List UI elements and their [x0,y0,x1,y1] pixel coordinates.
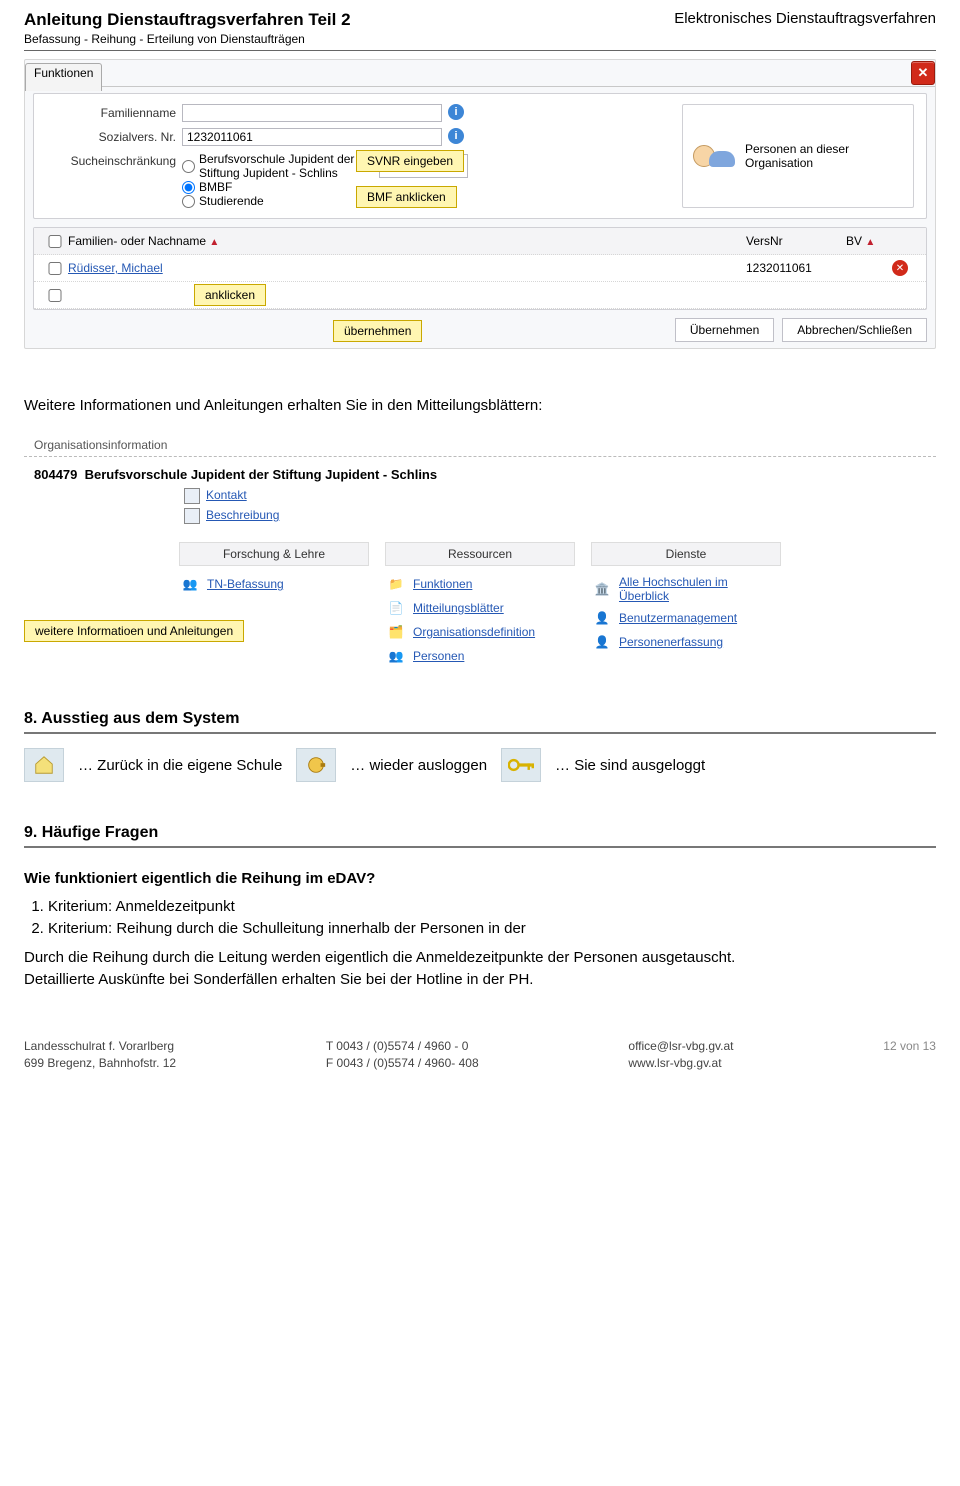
home-icon [24,748,64,782]
faq-para-1: Durch die Reihung durch die Leitung werd… [24,947,936,969]
callout-uebernehmen: übernehmen [333,320,422,342]
ph-icon: 🏛️ [591,580,613,598]
label-sucheinschraenkung: Sucheinschränkung [46,152,176,168]
kriterien-list: Kriterium: Anmeldezeitpunkt Kriterium: R… [24,896,936,941]
key-icon [501,748,541,782]
callout-svnr: SVNR eingeben [356,150,464,172]
hochschulen-link[interactable]: Alle Hochschulen im Überblick [619,575,781,603]
radio-bmbf[interactable] [182,181,195,194]
person-card[interactable]: Personen an dieser Organisation [682,104,914,208]
callout-anklicken: anklicken [194,284,266,306]
section-8-title: 8. Ausstieg aus dem System [24,710,936,734]
tn-befassung-link[interactable]: TN-Befassung [207,577,284,591]
doc-subtitle: Befassung - Reihung - Erteilung von Dien… [24,32,351,46]
radio-label: Berufsvorschule Jupident der Stiftung Ju… [199,152,359,180]
info-icon[interactable]: i [448,128,464,144]
col-forschung: Forschung & Lehre 👥TN-Befassung [179,542,369,668]
org-title: 804479 Berufsvorschule Jupident der Stif… [24,457,936,488]
result-table: Familien- oder Nachname ▲ VersNr BV ▲ Rü… [33,227,927,310]
people-icon: 👥 [179,575,201,593]
page-footer: Landesschulrat f. Vorarlberg 699 Bregenz… [24,1038,936,1072]
org-panel: Organisationsinformation 804479 Berufsvo… [24,434,936,668]
org-header: Organisationsinformation [24,434,936,457]
doc-right-title: Elektronisches Dienstauftragsverfahren [674,10,936,27]
faq-para-2: Detaillierte Auskünfte bei Sonderfällen … [24,969,936,991]
col-ressourcen: Ressourcen 📁Funktionen 📄Mitteilungsblätt… [385,542,575,668]
checkbox-row[interactable] [42,289,68,302]
callout-bmf: BMF anklicken [356,186,457,208]
sort-icon[interactable]: ▲ [865,237,875,248]
checkbox-all[interactable] [42,235,68,248]
col-bv: BV [846,234,862,248]
col-name: Familien- oder Nachname [68,234,206,248]
user-icon: 👤 [591,609,613,627]
people-icon [693,145,735,167]
label-svnr: Sozialvers. Nr. [46,128,176,144]
page-header: Anleitung Dienstauftragsverfahren Teil 2… [24,10,936,51]
step-home: … Zurück in die eigene Schule [78,757,282,774]
info-icon[interactable]: i [448,104,464,120]
benutzermgmt-link[interactable]: Benutzermanagement [619,611,737,625]
folder-icon: 📁 [385,575,407,593]
kriterium-2: Kriterium: Reihung durch die Schulleitun… [48,918,936,941]
doc-title: Anleitung Dienstauftragsverfahren Teil 2 [24,10,351,30]
people-icon: 👥 [385,647,407,665]
mitteilungsblaetter-link[interactable]: Mitteilungsblätter [413,601,504,615]
cell-versnr: 1232011061 [746,261,846,275]
person-link[interactable]: Rüdisser, Michael [68,261,746,275]
faq-question: Wie funktioniert eigentlich die Reihung … [24,868,936,890]
label-familienname: Familienname [46,104,176,120]
uebernehmen-button[interactable]: Übernehmen [675,318,774,342]
radio-studierende[interactable] [182,195,195,208]
contact-icon [184,488,200,504]
tab-funktionen[interactable]: Funktionen [25,63,102,91]
kriterium-1: Kriterium: Anmeldezeitpunkt [48,896,936,919]
orgdef-link[interactable]: Organisationsdefinition [413,625,535,639]
page-number: 12 von 13 [883,1038,936,1072]
callout-weitere-info: weitere Informatioen und Anleitungen [24,620,244,642]
col-dienste: Dienste 🏛️Alle Hochschulen im Überblick … [591,542,781,668]
step-loggedout: … Sie sind ausgeloggt [555,757,705,774]
logout-icon [296,748,336,782]
personenerfassung-link[interactable]: Personenerfassung [619,635,723,649]
input-familienname[interactable] [182,104,442,122]
close-icon[interactable]: ✕ [911,61,935,85]
checkbox-row[interactable] [42,262,68,275]
user-add-icon: 👤 [591,633,613,651]
col-versnr: VersNr [746,234,846,248]
radio-berufsvorschule[interactable] [182,160,195,173]
kontakt-link[interactable]: Kontakt [206,488,247,502]
section-9-title: 9. Häufige Fragen [24,824,936,848]
info-text: Weitere Informationen und Anleitungen er… [24,395,936,416]
beschreibung-link[interactable]: Beschreibung [206,508,279,522]
radio-label: BMBF [199,180,232,194]
desc-icon [184,508,200,524]
personen-link[interactable]: Personen [413,649,464,663]
org-icon: 🗂️ [385,623,407,641]
step-logout: … wieder ausloggen [350,757,487,774]
input-svnr[interactable] [182,128,442,146]
delete-icon[interactable]: ✕ [892,260,908,276]
funktionen-link[interactable]: Funktionen [413,577,472,591]
radio-label: Studierende [199,194,264,208]
sort-icon[interactable]: ▲ [209,237,219,248]
doc-icon: 📄 [385,599,407,617]
search-panel: Funktionen ✕ Familienname i Sozialvers. … [24,59,936,349]
abbrechen-button[interactable]: Abbrechen/Schließen [782,318,927,342]
